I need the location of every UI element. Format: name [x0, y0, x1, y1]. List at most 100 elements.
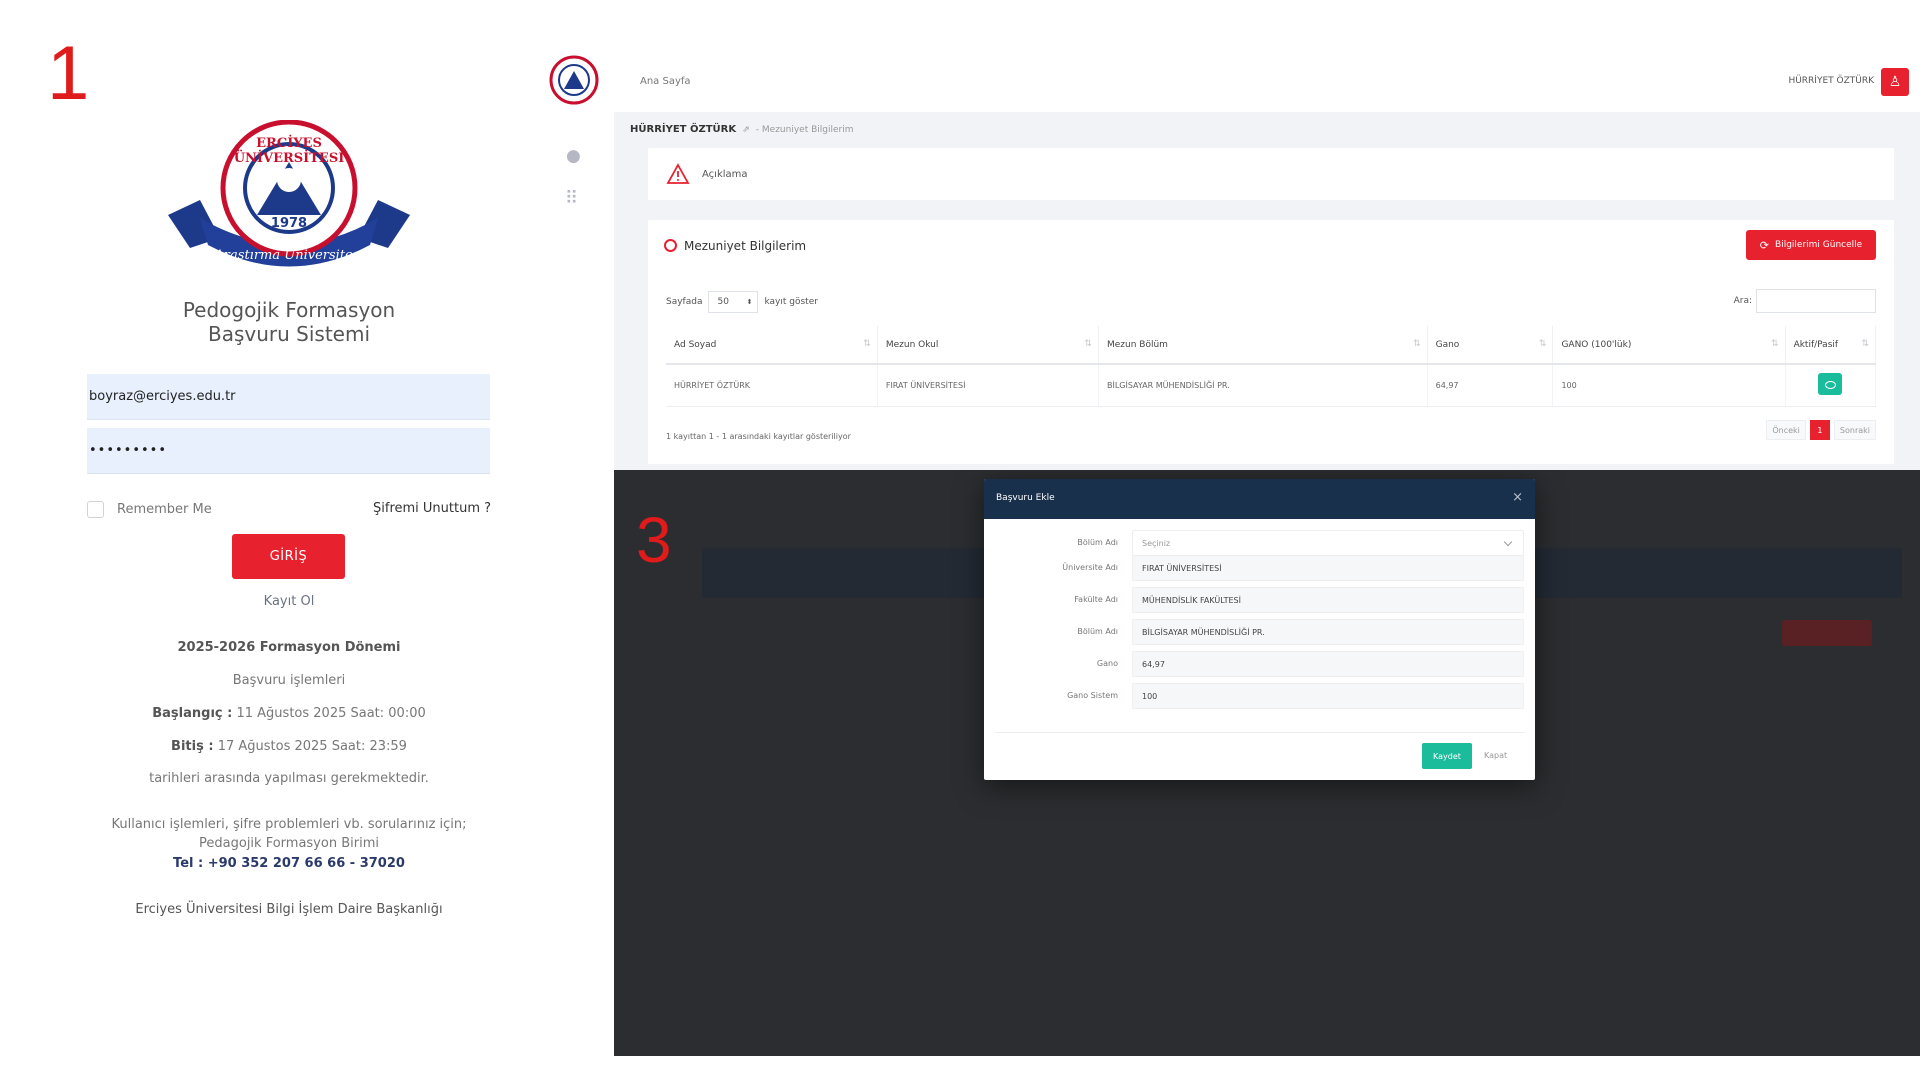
update-info-button[interactable]: ⟳ Bilgilerimi Güncelle: [1746, 230, 1876, 260]
modal-divider: [995, 732, 1525, 733]
updown-icon: ⬍: [746, 298, 753, 306]
sort-icon: ⇅: [863, 339, 871, 349]
col-active[interactable]: Aktif/Pasif ⇅: [1785, 326, 1877, 365]
login-button[interactable]: GİRİŞ: [232, 534, 345, 579]
page-length-control: Sayfada 50 ⬍ kayıt göster: [666, 291, 818, 313]
field-label: Üniversite Adı: [1062, 563, 1118, 572]
card-title: Mezuniyet Bilgilerim: [684, 239, 807, 253]
page-length-select[interactable]: 50 ⬍: [708, 291, 759, 313]
search-input[interactable]: [1756, 289, 1876, 313]
end-date: Bitiş : 17 Ağustos 2025 Saat: 23:59: [0, 739, 578, 754]
cell-active: [1785, 364, 1877, 407]
field-gano-system: Gano Sistem 100: [984, 683, 1535, 709]
register-link[interactable]: Kayıt Ol: [0, 594, 578, 609]
card-title-icon: [664, 239, 677, 252]
department-select[interactable]: Seçiniz: [1132, 530, 1524, 556]
close-button[interactable]: Kapat: [1484, 751, 1507, 760]
col-school[interactable]: Mezun Okul ⇅: [877, 326, 1099, 365]
col-gano[interactable]: Gano ⇅: [1427, 326, 1554, 365]
apps-grid-icon[interactable]: ⠿: [565, 188, 578, 209]
sidebar-logo[interactable]: [549, 55, 599, 105]
sort-icon: ⇅: [1861, 339, 1869, 349]
link-icon: ⇗: [739, 125, 753, 135]
department-input[interactable]: BİLGİSAYAR MÜHENDİSLİĞİ PR.: [1132, 619, 1524, 645]
end-value: 17 Ağustos 2025 Saat: 23:59: [217, 739, 407, 754]
login-panel: 1 ERCİYES ÜNİVERSİTESİ 1978 Araştırma Ün…: [0, 0, 614, 1080]
university-input[interactable]: FIRAT ÜNİVERSİTESİ: [1132, 555, 1524, 581]
pagination: Önceki 1 Sonraki: [1766, 420, 1876, 440]
cell-dept: BİLGİSAYAR MÜHENDİSLİĞİ PR.: [1098, 364, 1428, 407]
graduation-table: Ad Soyad ⇅ Mezun Okul ⇅ Mezun Bölüm ⇅ Gano ⇅…: [666, 326, 1877, 407]
remember-checkbox[interactable]: [87, 501, 104, 518]
end-label: Bitiş :: [171, 739, 214, 754]
home-breadcrumb[interactable]: Ana Sayfa: [640, 76, 691, 87]
password-input[interactable]: [87, 428, 490, 474]
remember-me[interactable]: Remember Me: [87, 501, 212, 518]
col-name[interactable]: Ad Soyad ⇅: [666, 326, 878, 365]
col-active-label: Aktif/Pasif: [1793, 339, 1839, 350]
field-department-select: Bölüm Adı Seçiniz: [984, 530, 1535, 556]
remember-label: Remember Me: [117, 502, 212, 517]
search-label: Ara:: [1733, 296, 1752, 306]
phone-number: Tel : +90 352 207 66 66 - 37020: [173, 856, 405, 871]
length-prefix: Sayfada: [666, 297, 703, 307]
faculty-input[interactable]: MÜHENDİSLİK FAKÜLTESİ: [1132, 587, 1524, 613]
help-line2: Pedagojik Formasyon Birimi: [199, 836, 379, 851]
modal-overlay[interactable]: 3 Başvuru Ekle × Bölüm Adı Seçiniz Ünive…: [614, 470, 1920, 1056]
cell-gano100: 100: [1552, 364, 1786, 407]
table-info: 1 kayıttan 1 - 1 arasındaki kayıtlar gös…: [666, 432, 851, 441]
field-label: Fakülte Adı: [1074, 595, 1118, 604]
step-marker-1: 1: [47, 31, 90, 116]
between-text: tarihleri arasında yapılması gerekmekted…: [149, 771, 429, 786]
app-title: Pedogojik Formasyon Başvuru Sistemi: [0, 298, 578, 346]
table-row: HÜRRİYET ÖZTÜRK FIRAT ÜNİVERSİTESİ BİLGİ…: [666, 364, 1877, 407]
page-1-button[interactable]: 1: [1809, 420, 1830, 440]
col-gano100[interactable]: GANO (100'lük) ⇅: [1552, 326, 1786, 365]
field-label: Gano Sistem: [1067, 691, 1118, 700]
refresh-icon: ⟳: [1759, 238, 1770, 252]
sort-icon: ⇅: [1084, 339, 1092, 349]
prev-page-button[interactable]: Önceki: [1766, 420, 1806, 440]
start-label: Başlangıç :: [152, 706, 233, 721]
col-dept[interactable]: Mezun Bölüm ⇅: [1098, 326, 1428, 365]
app-title-line1: Pedogojik Formasyon: [182, 298, 396, 322]
update-info-label: Bilgilerimi Güncelle: [1775, 240, 1863, 250]
gano-input[interactable]: 64,97: [1132, 651, 1524, 677]
field-gano: Gano 64,97: [984, 651, 1535, 677]
explanation-card[interactable]: Açıklama: [648, 148, 1894, 200]
sort-icon: ⇅: [1538, 339, 1547, 349]
top-bar: Ana Sayfa HÜRRİYET ÖZTÜRK ♙: [614, 0, 1920, 112]
top-user-name[interactable]: HÜRRİYET ÖZTÜRK: [1788, 76, 1874, 86]
forgot-password-link[interactable]: Şifremi Unuttum ?: [373, 501, 491, 516]
field-university: Üniversite Adı FIRAT ÜNİVERSİTESİ: [984, 555, 1535, 581]
sub-crumb-page: - Mezuniyet Bilgilerim: [755, 125, 854, 135]
col-dept-label: Mezun Bölüm: [1106, 339, 1168, 350]
university-logo: ERCİYES ÜNİVERSİTESİ 1978 Araştırma Üniv…: [160, 119, 418, 280]
cell-name: HÜRRİYET ÖZTÜRK: [666, 364, 878, 407]
next-page-button[interactable]: Sonraki: [1833, 420, 1876, 440]
email-input[interactable]: [87, 374, 490, 420]
table-header-row: Ad Soyad ⇅ Mezun Okul ⇅ Mezun Bölüm ⇅ Gano ⇅…: [666, 326, 1877, 365]
field-label: Bölüm Adı: [1077, 627, 1118, 636]
profile-icon[interactable]: ●: [566, 146, 581, 166]
view-eye-icon[interactable]: [1818, 373, 1843, 396]
sort-icon: ⇅: [1771, 339, 1779, 349]
close-icon[interactable]: ×: [1512, 490, 1523, 505]
sub-crumb-user[interactable]: HÜRRİYET ÖZTÜRK: [630, 124, 736, 135]
background-button: [1782, 620, 1872, 646]
field-faculty: Fakülte Adı MÜHENDİSLİK FAKÜLTESİ: [984, 587, 1535, 613]
table-search: Ara:: [1734, 289, 1876, 313]
graduation-card: Mezuniyet Bilgilerim ⟳ Bilgilerimi Güncel…: [648, 220, 1894, 464]
user-menu-button[interactable]: ♙: [1881, 68, 1909, 96]
cell-school: FIRAT ÜNİVERSİTESİ: [877, 364, 1099, 407]
help-line1: Kullanıcı işlemleri, şifre problemleri v…: [111, 817, 467, 832]
cell-gano: 64,97: [1427, 364, 1554, 407]
gano-system-input[interactable]: 100: [1132, 683, 1524, 709]
sub-breadcrumb: HÜRRİYET ÖZTÜRK ⇗ - Mezuniyet Bilgilerim: [630, 124, 853, 135]
start-value: 11 Ağustos 2025 Saat: 00:00: [236, 706, 426, 721]
col-gano-label: Gano: [1435, 339, 1460, 350]
sort-icon: ⇅: [1413, 339, 1421, 349]
save-button[interactable]: Kaydet: [1422, 743, 1472, 769]
logo-top-text: ERCİYES ÜNİVERSİTESİ: [233, 136, 345, 166]
modal-header: Başvuru Ekle ×: [984, 479, 1535, 519]
